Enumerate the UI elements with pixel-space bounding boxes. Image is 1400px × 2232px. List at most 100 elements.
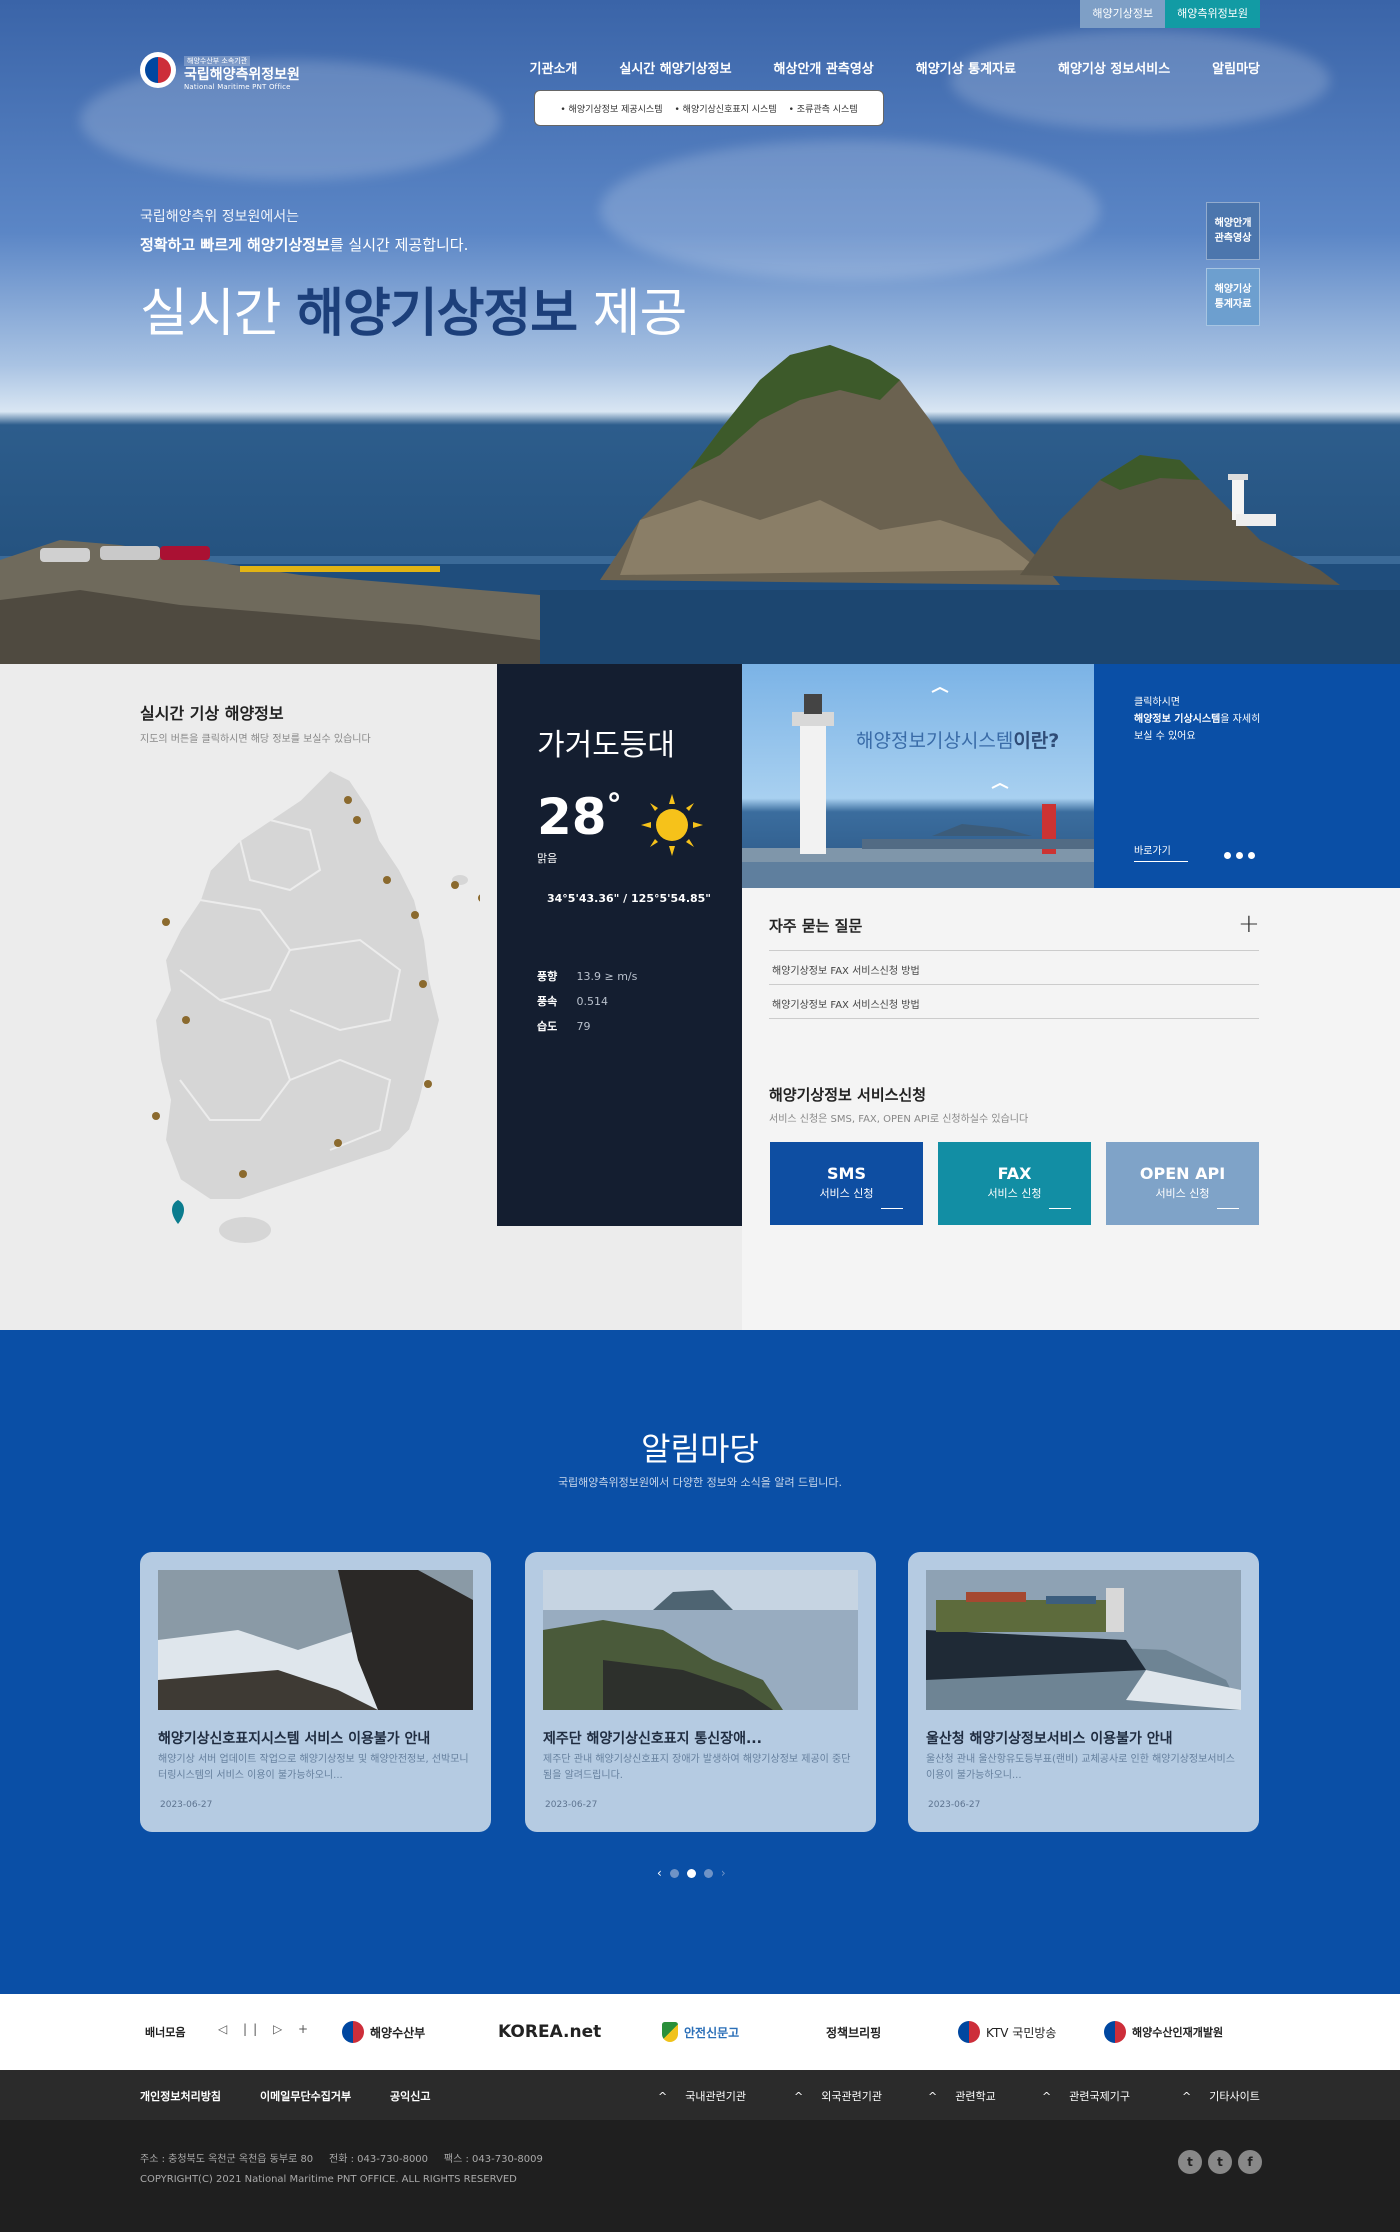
- hero-headline-highlight: 해양기상정보: [296, 284, 578, 344]
- nav-item-statistics[interactable]: 해양기상 통계자료: [916, 58, 1016, 77]
- notice-card[interactable]: 제주단 해양기상신호표지 통신장애... 제주단 관내 해양기상신호표지 장애가…: [525, 1552, 876, 1832]
- hero-banner: 해양기상정보 해양측위정보원 해양수산부 소속기관 국립해양측위정보원 Nati…: [0, 0, 1400, 664]
- reading-key: 풍향: [537, 970, 558, 983]
- footer-link-public-report[interactable]: 공익신고: [390, 2088, 430, 2104]
- faq-item[interactable]: 해양기상정보 FAX 서비스신청 방법: [772, 996, 920, 1011]
- hero-line2: 정확하고 빠르게 해양기상정보를 실시간 제공합니다.: [140, 234, 686, 255]
- facebook-icon[interactable]: f: [1238, 2150, 1262, 2174]
- quick-statistics-button[interactable]: 해양기상통계자료: [1206, 268, 1260, 326]
- fax-service-button[interactable]: FAX 서비스 신청: [938, 1142, 1091, 1225]
- quick-label: 관측영상: [1214, 233, 1252, 244]
- sms-service-button[interactable]: SMS 서비스 신청: [770, 1142, 923, 1225]
- service-sub: 서비스 신청: [987, 1187, 1042, 1200]
- promo-side-line: 보실 수 있어요: [1134, 731, 1196, 742]
- banner-text: 정책브리핑: [826, 2025, 882, 2040]
- notice-pagination: ‹ ›: [657, 1866, 726, 1880]
- nav-item-fog-video[interactable]: 해상안개 관측영상: [774, 58, 874, 77]
- banner-mof[interactable]: 해양수산부: [342, 2018, 425, 2046]
- notice-card-desc: 제주단 관내 해양기상신호표지 장애가 발생하여 해양기상정보 제공이 중단됨을…: [543, 1754, 851, 1781]
- pagination-dot-active[interactable]: [686, 1868, 696, 1878]
- notice-card-title: 울산청 해양기상정보서비스 이용불가 안내: [926, 1731, 1173, 1747]
- hero-copy: 국립해양측위 정보원에서는 정확하고 빠르게 해양기상정보를 실시간 제공합니다…: [140, 206, 687, 346]
- twitter-icon[interactable]: t: [1208, 2150, 1232, 2174]
- reading-key: 습도: [537, 1020, 558, 1033]
- pagination-dot[interactable]: [1224, 852, 1231, 859]
- banner-controls[interactable]: ◁ || ▷ +: [218, 2022, 314, 2036]
- faq-more-plus-icon[interactable]: +: [1238, 911, 1260, 937]
- footer-dropdown-schools[interactable]: 관련학교: [928, 2088, 995, 2104]
- map-location-pin-icon: [172, 1200, 184, 1224]
- reading-value: 13.9 ≥ m/s: [576, 970, 638, 983]
- quick-label: 해양기상: [1214, 284, 1252, 295]
- service-heading: FAX: [997, 1164, 1032, 1183]
- pagination-dot[interactable]: [703, 1868, 713, 1878]
- footer-link-email-refusal[interactable]: 이메일무단수집거부: [260, 2088, 351, 2104]
- chevron-left-icon[interactable]: ‹: [657, 1866, 662, 1880]
- station-readings: 풍향 13.9 ≥ m/s 풍속 0.514 습도 79: [537, 964, 637, 1039]
- temp-degree: °: [606, 788, 622, 823]
- divider: [769, 950, 1259, 951]
- logo-name: 국립해양측위정보원: [184, 67, 300, 83]
- footer-dropdown-etc[interactable]: 기타사이트: [1182, 2088, 1260, 2104]
- notice-card[interactable]: 울산청 해양기상정보서비스 이용불가 안내 울산청 관내 울산항유도등부표(랜비…: [908, 1552, 1259, 1832]
- footer-nav: 개인정보처리방침 이메일무단수집거부 공익신고 국내관련기관 외국관련기관 관련…: [0, 2070, 1400, 2120]
- footer-dropdown-domestic[interactable]: 국내관련기관: [658, 2088, 746, 2104]
- hero-line1: 국립해양측위 정보원에서는: [140, 209, 300, 225]
- faq-item[interactable]: 해양기상정보 FAX 서비스신청 방법: [772, 962, 920, 977]
- station-temperature: 28°: [537, 788, 622, 846]
- notice-card[interactable]: 해양기상신호표지시스템 서비스 이용불가 안내 해양기상 서버 업데이트 작업으…: [140, 1552, 491, 1832]
- station-weather-card: 가거도등대 28° 맑음 34°5'43.36" / 125°5'54.85" …: [497, 664, 742, 1226]
- reading-row: 습도 79: [537, 1014, 637, 1039]
- arrow-right-icon: [1049, 1208, 1071, 1209]
- footer-link-privacy[interactable]: 개인정보처리방침: [140, 2088, 221, 2104]
- divider: [769, 984, 1259, 985]
- quick-fog-video-button[interactable]: 해양안개 관측영상: [1206, 202, 1260, 260]
- banner-label: 배너모음: [145, 2026, 186, 2039]
- hero-headline-pre: 실시간: [140, 284, 297, 344]
- station-coordinates: 34°5'43.36" / 125°5'54.85": [547, 892, 712, 905]
- nav-item-about[interactable]: 기관소개: [530, 58, 578, 77]
- submenu-item[interactable]: • 해양기상신호표지 시스템: [675, 102, 777, 115]
- korea-map: [152, 768, 480, 1243]
- footer-dropdown-foreign[interactable]: 외국관련기관: [794, 2088, 882, 2104]
- submenu-item[interactable]: • 조류관측 시스템: [789, 102, 858, 115]
- taegeuk-emblem-icon: [958, 2021, 980, 2043]
- nav-item-notice[interactable]: 알림마당: [1212, 58, 1260, 77]
- banner-text: KOREA.net: [498, 2022, 602, 2042]
- promo-go-link[interactable]: 바로가기: [1134, 842, 1188, 862]
- quick-label: 통계자료: [1214, 299, 1252, 310]
- footer-dropdown-intl[interactable]: 관련국제기구: [1042, 2088, 1130, 2104]
- tumblr-icon[interactable]: t: [1178, 2150, 1202, 2174]
- hero-headline: 실시간 해양기상정보 제공: [140, 271, 687, 346]
- banner-ktv[interactable]: KTV 국민방송: [958, 2018, 1056, 2046]
- reading-key: 풍속: [537, 995, 558, 1008]
- submenu-item[interactable]: • 해양기상정보 제공시스템: [560, 102, 662, 115]
- weather-title: 실시간 기상 해양정보: [140, 704, 284, 723]
- nav-item-realtime-weather[interactable]: 실시간 해양기상정보: [619, 58, 731, 77]
- weather-section: 실시간 기상 해양정보 지도의 버튼을 클릭하시면 해당 정보를 보실수 있습니…: [0, 664, 1400, 1330]
- banner-maritime-hrd[interactable]: 해양수산인재개발원: [1104, 2018, 1223, 2046]
- system-promo-image[interactable]: 해양정보기상시스템이란?: [742, 664, 1094, 888]
- taegeuk-emblem-icon: [342, 2021, 364, 2043]
- banner-korea-net[interactable]: KOREA.net: [498, 2018, 601, 2046]
- notice-card-title: 제주단 해양기상신호표지 통신장애...: [543, 1731, 762, 1747]
- banner-text: 해양수산인재개발원: [1132, 2026, 1224, 2039]
- promo-title: 해양정보기상시스템이란?: [856, 726, 1059, 753]
- promo-side-line: 클릭하시면: [1134, 697, 1180, 708]
- top-btn-weather[interactable]: 해양기상정보: [1080, 0, 1166, 28]
- pagination-dot[interactable]: [1236, 852, 1243, 859]
- lighthouse-image: [742, 686, 1094, 888]
- chevron-right-icon[interactable]: ›: [721, 1866, 726, 1880]
- nav-item-info-service[interactable]: 해양기상 정보서비스: [1058, 58, 1170, 77]
- submenu-item-label: 해양기상신호표지 시스템: [682, 104, 777, 115]
- submenu-dropdown: • 해양기상정보 제공시스템 • 해양기상신호표지 시스템 • 조류관측 시스템: [534, 90, 884, 126]
- pagination-dot[interactable]: [669, 1868, 679, 1878]
- pagination-dot[interactable]: [1248, 852, 1255, 859]
- taegeuk-emblem-icon: [140, 51, 176, 88]
- divider: [769, 1018, 1259, 1019]
- banner-policy-briefing[interactable]: 정책브리핑: [826, 2018, 881, 2046]
- banner-safety-report[interactable]: 안전신문고: [662, 2018, 739, 2046]
- top-btn-pnt[interactable]: 해양측위정보원: [1165, 0, 1260, 28]
- open-api-service-button[interactable]: OPEN API 서비스 신청: [1106, 1142, 1259, 1225]
- site-logo[interactable]: 해양수산부 소속기관 국립해양측위정보원 National Maritime P…: [140, 48, 300, 91]
